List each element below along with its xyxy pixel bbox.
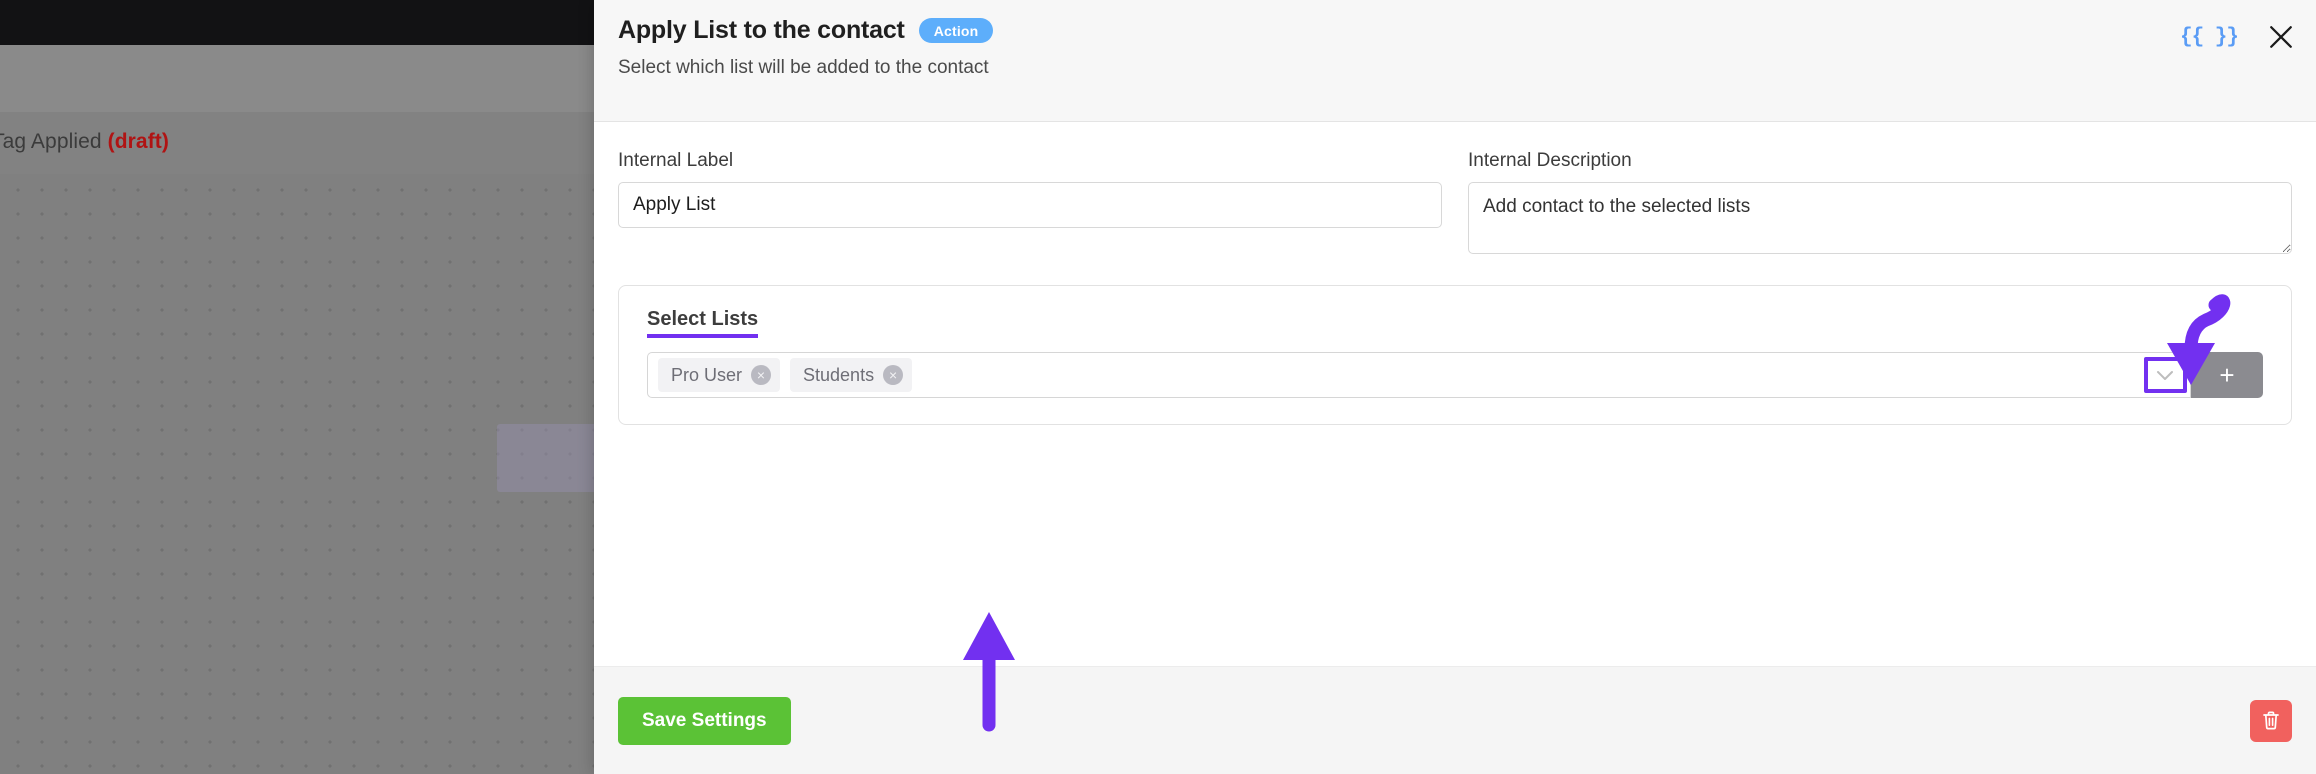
panel-header-actions: {{ }} xyxy=(2180,24,2294,50)
save-button[interactable]: Save Settings xyxy=(618,696,791,745)
workflow-node-label: Tag Applied (draft) xyxy=(0,130,169,154)
panel-title-row: Apply List to the contact Action xyxy=(618,16,2270,45)
internal-label-field-group: Internal Label xyxy=(618,150,1442,259)
tag-label: Students xyxy=(803,364,875,385)
trash-icon xyxy=(2263,711,2279,730)
action-settings-panel: Apply List to the contact Action Select … xyxy=(594,0,2316,774)
tag-label: Pro User xyxy=(671,364,743,385)
remove-tag-icon[interactable]: × xyxy=(883,365,904,385)
internal-description-textarea[interactable] xyxy=(1468,182,2292,254)
add-list-button[interactable]: + xyxy=(2191,352,2263,398)
internal-description-label: Internal Description xyxy=(1468,150,1632,171)
custom-code-icon[interactable]: {{ }} xyxy=(2180,27,2239,48)
select-lists-card: Select Lists Pro User × Students × + xyxy=(618,285,2292,425)
delete-button[interactable] xyxy=(2250,699,2292,742)
panel-footer: Save Settings xyxy=(594,666,2316,774)
remove-tag-icon[interactable]: × xyxy=(751,365,772,385)
internal-label-label: Internal Label xyxy=(618,150,734,171)
panel-subtitle: Select which list will be added to the c… xyxy=(618,57,989,78)
panel-header: Apply List to the contact Action Select … xyxy=(594,0,2316,122)
chevron-down-icon xyxy=(2156,370,2173,380)
workflow-node-title: Tag Applied xyxy=(0,130,108,153)
page-title: Apply List to the contact xyxy=(618,16,905,44)
list-item[interactable]: Pro User × xyxy=(658,358,781,392)
status-badge: Action xyxy=(918,18,994,43)
internal-label-input[interactable] xyxy=(618,182,1442,228)
close-icon[interactable] xyxy=(2268,24,2294,50)
panel-body: Internal Label Internal Description Sele… xyxy=(594,122,2316,634)
selected-lists-tags-box[interactable]: Pro User × Students × xyxy=(647,352,2139,398)
internal-description-field-group: Internal Description xyxy=(1468,150,2292,259)
lists-dropdown-toggle[interactable] xyxy=(2139,352,2191,398)
fields-grid: Internal Label Internal Description xyxy=(618,150,2292,259)
screen: Tag Applied (draft) Apply List to the co… xyxy=(0,0,2316,774)
select-lists-legend: Select Lists xyxy=(647,308,759,338)
list-item[interactable]: Students × xyxy=(790,358,913,392)
workflow-node-state: (draft) xyxy=(107,130,169,153)
select-lists-row: Pro User × Students × + xyxy=(647,352,2263,398)
